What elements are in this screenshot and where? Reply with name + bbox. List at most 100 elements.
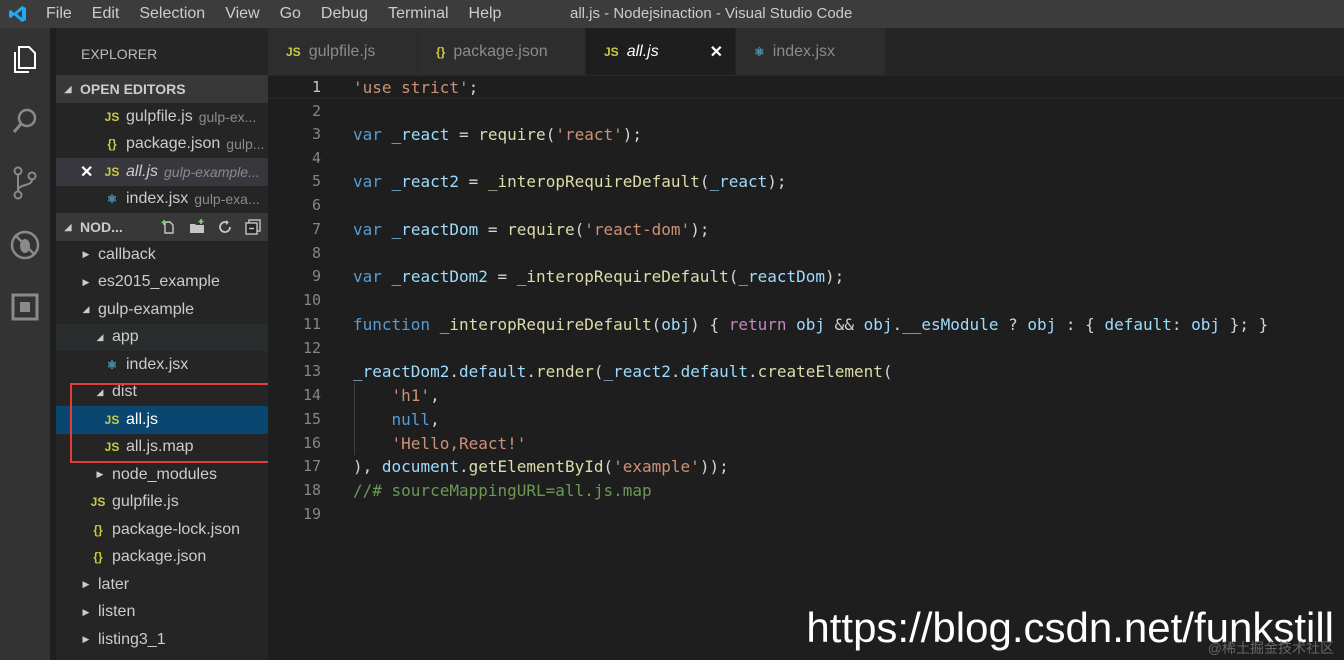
tab-gulpfile[interactable]: JS gulpfile.js bbox=[268, 28, 418, 75]
extensions-icon[interactable] bbox=[0, 276, 50, 338]
open-editor-gulpfile[interactable]: JS gulpfile.js gulp-ex... bbox=[56, 103, 268, 131]
tab-label: gulpfile.js bbox=[308, 42, 376, 60]
menu-help[interactable]: Help bbox=[459, 0, 512, 28]
tree-folder-gulp-example[interactable]: ◢ gulp-example bbox=[56, 296, 268, 324]
open-editor-name: all.js bbox=[126, 162, 159, 180]
source-control-icon[interactable] bbox=[0, 152, 50, 214]
refresh-icon[interactable] bbox=[216, 218, 234, 236]
chevron-right-icon: ▶ bbox=[96, 469, 104, 480]
js-file-icon: JS bbox=[286, 44, 301, 59]
code-line[interactable]: 2 bbox=[268, 99, 1344, 123]
tree-label: all.js bbox=[126, 410, 159, 428]
chevron-right-icon: ▶ bbox=[82, 276, 90, 287]
line-number: 8 bbox=[311, 244, 321, 262]
code-line[interactable]: 16 'Hello,React!' bbox=[268, 431, 1344, 455]
code-line[interactable]: 9 var _reactDom2 = _interopRequireDefault… bbox=[268, 264, 1344, 288]
json-file-icon: {} bbox=[107, 137, 117, 152]
code-line[interactable]: 12 bbox=[268, 336, 1344, 360]
debug-icon[interactable] bbox=[0, 214, 50, 276]
code-line[interactable]: 15 null, bbox=[268, 407, 1344, 431]
tree-folder-callback[interactable]: ▶ callback bbox=[56, 241, 268, 269]
tree-file-package-json[interactable]: {} package.json bbox=[56, 544, 268, 572]
tree-file-index-jsx[interactable]: ⚛ index.jsx bbox=[56, 351, 268, 379]
line-number: 17 bbox=[302, 457, 321, 475]
code-line[interactable]: 14 'h1', bbox=[268, 383, 1344, 407]
code-line[interactable]: 1 'use strict'; bbox=[268, 75, 1344, 99]
code-line[interactable]: 17), document.getElementById('example'))… bbox=[268, 454, 1344, 478]
chevron-down-icon: ◢ bbox=[96, 386, 104, 397]
tree-label: node_modules bbox=[112, 465, 217, 483]
new-folder-icon[interactable] bbox=[188, 218, 206, 236]
search-icon[interactable] bbox=[0, 90, 50, 152]
menu-file[interactable]: File bbox=[36, 0, 82, 28]
tree-file-gulpfile[interactable]: JS gulpfile.js bbox=[56, 489, 268, 517]
explorer-sidebar: EXPLORER ◢ OPEN EDITORS JS gulpfile.js g… bbox=[56, 28, 268, 660]
tree-folder-node-modules[interactable]: ▶ node_modules bbox=[56, 461, 268, 489]
code-text: var _reactDom2 = _interopRequireDefault(… bbox=[353, 266, 845, 286]
menu-selection[interactable]: Selection bbox=[129, 0, 215, 28]
line-number: 3 bbox=[311, 125, 321, 143]
folder-label: NOD... bbox=[80, 219, 123, 235]
tree-folder-es2015[interactable]: ▶ es2015_example bbox=[56, 269, 268, 297]
menu-edit[interactable]: Edit bbox=[82, 0, 130, 28]
open-editor-package-json[interactable]: {} package.json gulp... bbox=[56, 131, 268, 159]
code-line[interactable]: 6 bbox=[268, 193, 1344, 217]
code-line[interactable]: 11 function _interopRequireDefault(obj) {… bbox=[268, 312, 1344, 336]
menu-view[interactable]: View bbox=[215, 0, 269, 28]
code-line[interactable]: 5 var _react2 = _interopRequireDefault(_r… bbox=[268, 169, 1344, 193]
collapse-all-icon[interactable] bbox=[244, 218, 262, 236]
close-icon[interactable]: ✕ bbox=[710, 42, 723, 62]
json-file-icon: {} bbox=[93, 522, 103, 537]
tree-folder-later[interactable]: ▶ later bbox=[56, 571, 268, 599]
chevron-right-icon: ▶ bbox=[82, 634, 90, 645]
code-editor[interactable]: 1 'use strict'; 2 3 var _react = require('… bbox=[268, 75, 1344, 660]
open-editor-path: gulp... bbox=[226, 136, 265, 153]
folder-header[interactable]: ◢ NOD... bbox=[56, 213, 268, 241]
chevron-right-icon: ▶ bbox=[82, 579, 90, 590]
code-line[interactable]: 13 _reactDom2.default.render(_react2.defa… bbox=[268, 359, 1344, 383]
tree-folder-listing3-1[interactable]: ▶ listing3_1 bbox=[56, 626, 268, 654]
tree-file-all-js[interactable]: JS all.js bbox=[56, 406, 268, 434]
tree-folder-app[interactable]: ◢ app bbox=[56, 323, 268, 351]
code-line[interactable]: 7 var _reactDom = require('react-dom'); bbox=[268, 217, 1344, 241]
tree-folder-listen[interactable]: ▶ listen bbox=[56, 599, 268, 627]
code-line[interactable]: 19 bbox=[268, 502, 1344, 526]
code-text: _reactDom2.default.render(_react2.defaul… bbox=[353, 361, 893, 381]
line-number: 5 bbox=[311, 172, 321, 190]
menu-go[interactable]: Go bbox=[270, 0, 311, 28]
open-editor-name: package.json bbox=[126, 135, 221, 153]
tree-label: all.js.map bbox=[126, 438, 194, 456]
tab-index-jsx[interactable]: ⚛ index.jsx bbox=[736, 28, 886, 75]
code-line[interactable]: 8 bbox=[268, 241, 1344, 265]
menu-terminal[interactable]: Terminal bbox=[378, 0, 458, 28]
chevron-down-icon: ◢ bbox=[64, 221, 72, 232]
react-file-icon: ⚛ bbox=[106, 357, 118, 372]
code-text: function _interopRequireDefault(obj) { r… bbox=[353, 314, 1269, 334]
js-file-icon: JS bbox=[90, 495, 106, 510]
tree-folder-dist[interactable]: ◢ dist bbox=[56, 379, 268, 407]
tab-package-json[interactable]: {} package.json bbox=[418, 28, 586, 75]
open-editors-header[interactable]: ◢ OPEN EDITORS bbox=[56, 75, 268, 103]
tab-label: package.json bbox=[453, 42, 548, 60]
close-icon[interactable]: ✕ bbox=[80, 162, 93, 182]
open-editor-all-js[interactable]: ✕ JS all.js gulp-example... bbox=[56, 158, 268, 186]
code-text: 'h1', bbox=[391, 385, 440, 405]
chevron-down-icon: ◢ bbox=[96, 331, 104, 342]
code-line[interactable]: 4 bbox=[268, 146, 1344, 170]
explorer-icon[interactable] bbox=[0, 28, 50, 90]
new-file-icon[interactable] bbox=[160, 218, 178, 236]
open-editor-name: index.jsx bbox=[126, 190, 189, 208]
code-line[interactable]: 3 var _react = require('react'); bbox=[268, 122, 1344, 146]
json-file-icon: {} bbox=[436, 44, 446, 59]
tab-all-js[interactable]: JS all.js ✕ bbox=[586, 28, 736, 75]
code-line[interactable]: 18 //# sourceMappingURL=all.js.map bbox=[268, 478, 1344, 502]
open-editor-path: gulp-exa... bbox=[194, 191, 260, 208]
line-number: 18 bbox=[302, 481, 321, 499]
line-number: 4 bbox=[311, 149, 321, 167]
code-text: 'Hello,React!' bbox=[391, 433, 527, 453]
code-line[interactable]: 10 bbox=[268, 288, 1344, 312]
tree-file-package-lock[interactable]: {} package-lock.json bbox=[56, 516, 268, 544]
tree-file-all-js-map[interactable]: JS all.js.map bbox=[56, 434, 268, 462]
open-editor-index-jsx[interactable]: ⚛ index.jsx gulp-exa... bbox=[56, 186, 268, 214]
menu-debug[interactable]: Debug bbox=[311, 0, 378, 28]
